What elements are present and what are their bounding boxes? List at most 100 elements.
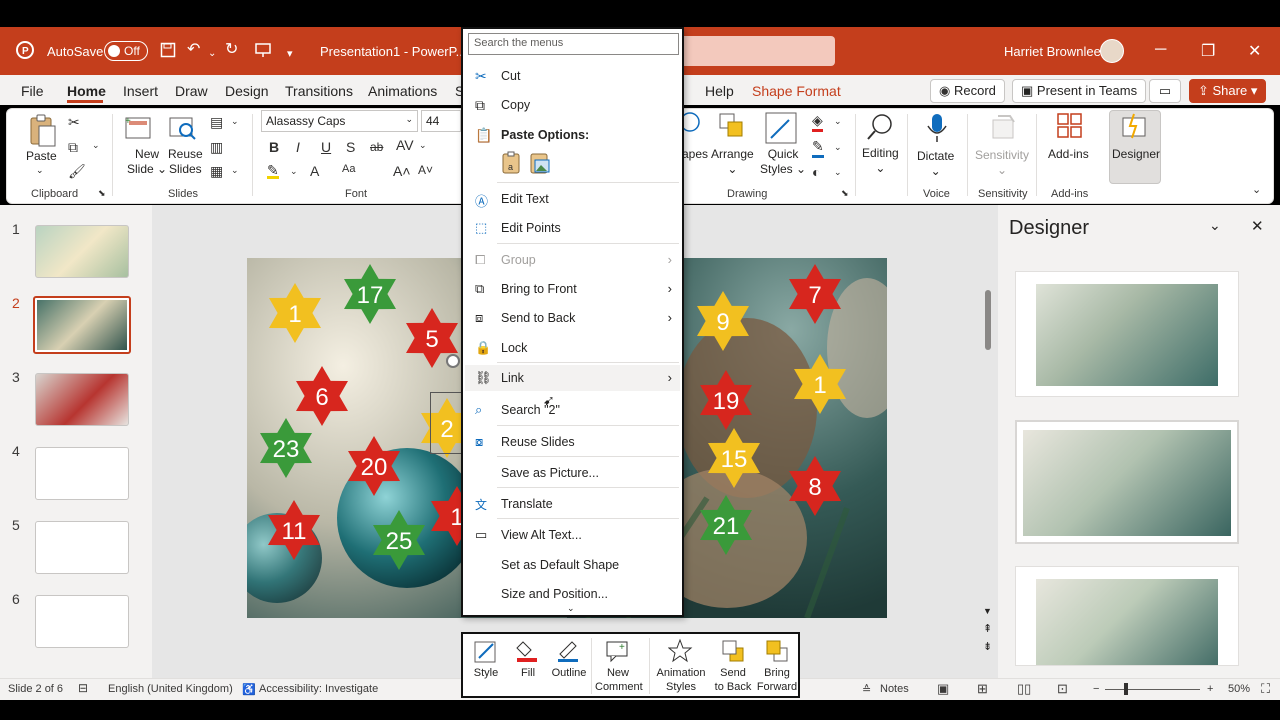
menu-item-lock[interactable]: 🔒 Lock: [465, 335, 680, 361]
increase-font-icon[interactable]: A˄: [393, 163, 411, 179]
accessibility-icon[interactable]: ♿: [242, 683, 256, 696]
tab-shape-format[interactable]: Shape Format: [752, 83, 841, 99]
notes-icon[interactable]: ≙: [862, 683, 871, 696]
restore-icon[interactable]: ❐: [1201, 41, 1215, 61]
menu-item-copy[interactable]: ⧉ Copy: [465, 92, 680, 118]
menu-item-bring-to-front[interactable]: ⧉ Bring to Front ›: [465, 276, 680, 302]
shape-outline-icon[interactable]: ✎: [812, 138, 824, 158]
tab-home[interactable]: Home: [67, 83, 106, 99]
reuse-slides-icon[interactable]: [168, 114, 196, 142]
menu-search-input[interactable]: Search the menus: [468, 33, 679, 55]
save-icon[interactable]: [160, 42, 176, 62]
paste-keep-source-icon[interactable]: a: [501, 151, 523, 175]
arrange-button[interactable]: Arrange ⌄: [711, 147, 754, 177]
fill-button[interactable]: Fill: [513, 638, 543, 680]
designer-options-icon[interactable]: ⌄: [1209, 217, 1221, 234]
tab-draw[interactable]: Draw: [175, 83, 208, 99]
cut-icon[interactable]: ✂: [68, 114, 80, 131]
design-idea-1[interactable]: [1015, 271, 1239, 397]
copy-dropdown-icon[interactable]: ⌄: [92, 140, 100, 151]
designer-close-icon[interactable]: ✕: [1251, 217, 1264, 235]
shape-fill-icon[interactable]: ◈: [812, 112, 823, 132]
language-indicator[interactable]: English (United Kingdom): [108, 683, 233, 695]
menu-item-translate[interactable]: 文 Translate: [465, 491, 680, 517]
shapes-icon[interactable]: [680, 112, 702, 140]
clipboard-launcher-icon[interactable]: ⬊: [98, 188, 106, 199]
spacing-dropdown-icon[interactable]: ⌄: [419, 140, 427, 151]
menu-item-save-as-picture[interactable]: Save as Picture...: [465, 460, 680, 486]
slideshow-view-icon[interactable]: ⊡: [1057, 681, 1068, 697]
tab-file[interactable]: File: [21, 83, 44, 99]
rotate-handle-icon[interactable]: [446, 354, 460, 368]
shape-effects-icon[interactable]: ◐: [812, 164, 820, 180]
normal-view-icon[interactable]: ▣: [937, 681, 949, 697]
arrange-icon[interactable]: [718, 112, 746, 140]
add-ins-button[interactable]: Add-ins: [1048, 147, 1089, 162]
send-to-back-button[interactable]: Send to Back: [713, 638, 753, 694]
microphone-icon[interactable]: [925, 112, 953, 142]
menu-item-search[interactable]: ⌕ Search "2": [465, 397, 680, 423]
zoom-level[interactable]: 50%: [1228, 683, 1250, 695]
undo-icon[interactable]: ↶: [187, 42, 200, 58]
tab-transitions[interactable]: Transitions: [285, 83, 353, 99]
menu-item-reuse-slides[interactable]: ⧇ Reuse Slides: [465, 429, 680, 455]
zoom-in-icon[interactable]: +: [1207, 683, 1213, 695]
present-in-teams-button[interactable]: ▣ Present in Teams: [1012, 79, 1147, 103]
dictate-button[interactable]: Dictate ⌄: [917, 149, 954, 179]
menu-item-send-to-back[interactable]: ⧈ Send to Back ›: [465, 305, 680, 331]
comments-button[interactable]: ▭: [1149, 79, 1181, 103]
section-icon[interactable]: ▦: [210, 163, 223, 180]
paste-icon[interactable]: [27, 114, 56, 147]
zoom-slider-thumb[interactable]: [1124, 683, 1128, 695]
notes-button[interactable]: Notes: [880, 683, 909, 695]
quick-styles-button[interactable]: Quick Styles ⌄: [760, 147, 806, 177]
customize-qat-icon[interactable]: ▾: [287, 46, 293, 62]
minimize-icon[interactable]: ─: [1155, 41, 1166, 59]
undo-dropdown-icon[interactable]: ⌄: [208, 46, 216, 62]
drawing-launcher-icon[interactable]: ⬊: [841, 188, 849, 199]
redo-icon[interactable]: ↻: [225, 42, 238, 58]
tab-insert[interactable]: Insert: [123, 83, 158, 99]
slide-thumbnail-3[interactable]: [35, 373, 129, 426]
reading-view-icon[interactable]: ▯▯: [1017, 681, 1031, 697]
tab-help[interactable]: Help: [705, 83, 734, 99]
font-name-select[interactable]: Alasassy Caps ⌄: [261, 110, 418, 132]
slide-thumbnail-1[interactable]: [35, 225, 129, 278]
reuse-slides-button[interactable]: Reuse Slides: [168, 147, 203, 177]
bold-button[interactable]: B: [269, 139, 279, 155]
slide-thumbnail-5[interactable]: [35, 521, 129, 574]
style-button[interactable]: Style: [471, 638, 501, 680]
designer-scrollbar[interactable]: [985, 210, 993, 650]
reset-icon[interactable]: ▥: [210, 139, 223, 156]
case-icon[interactable]: Aa: [342, 163, 355, 175]
tab-design[interactable]: Design: [225, 83, 269, 99]
decrease-font-icon[interactable]: A˅: [418, 163, 433, 177]
user-name[interactable]: Harriet Brownlee: [1004, 44, 1101, 59]
title-search-box[interactable]: [680, 36, 835, 66]
avatar[interactable]: [1100, 39, 1124, 63]
design-idea-2[interactable]: [1015, 420, 1239, 544]
format-painter-icon[interactable]: 🖌: [68, 163, 86, 180]
outline-button[interactable]: Outline: [551, 638, 587, 680]
bring-forward-button[interactable]: Bring Forward: [755, 638, 799, 694]
shadow-button[interactable]: S: [346, 139, 355, 155]
menu-scroll-down-icon[interactable]: ⌄: [567, 603, 575, 614]
zoom-slider[interactable]: [1105, 689, 1200, 690]
editing-search-icon[interactable]: [866, 112, 894, 140]
slide-sorter-icon[interactable]: ⊞: [977, 681, 988, 697]
ribbon-collapse-icon[interactable]: ⌄: [1252, 183, 1261, 196]
paste-button[interactable]: Paste: [26, 149, 57, 164]
new-slide-icon[interactable]: +: [124, 114, 152, 142]
accessibility-status[interactable]: Accessibility: Investigate: [259, 683, 378, 695]
shapes-button[interactable]: apes: [682, 147, 708, 162]
spelling-icon[interactable]: ⊟: [78, 681, 88, 695]
zoom-out-icon[interactable]: −: [1093, 683, 1099, 695]
section-dropdown-icon[interactable]: ⌄: [231, 165, 239, 176]
menu-item-view-alt-text[interactable]: ▭ View Alt Text...: [465, 522, 680, 548]
animation-styles-button[interactable]: Animation Styles: [655, 638, 707, 694]
shape-fill-dropdown-icon[interactable]: ⌄: [834, 116, 842, 127]
quick-styles-icon[interactable]: [765, 112, 797, 144]
layout-icon[interactable]: ▤: [210, 114, 223, 131]
font-color-icon[interactable]: A: [310, 163, 319, 179]
italic-button[interactable]: I: [296, 139, 300, 155]
